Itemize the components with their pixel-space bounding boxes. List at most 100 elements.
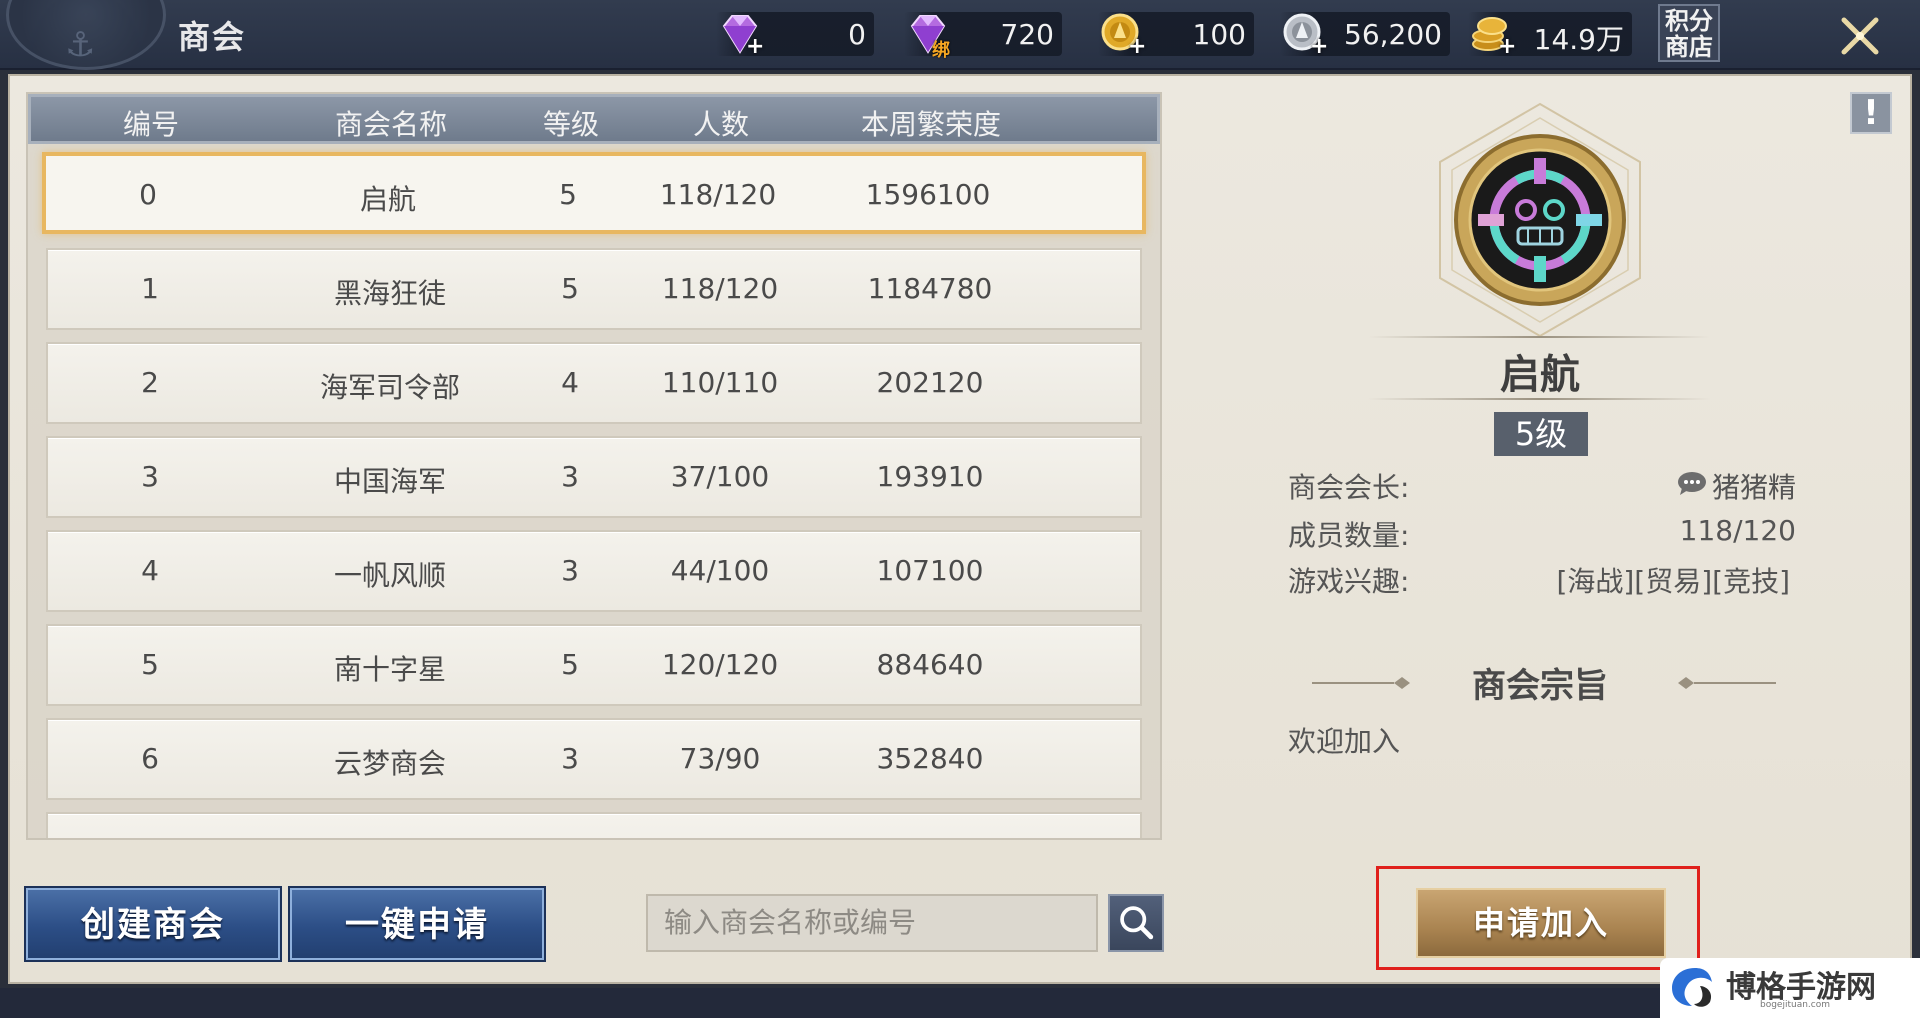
cell-members: 37/100 [670, 460, 770, 493]
guild-emblem-icon [1439, 102, 1641, 338]
motto-text: 欢迎加入 [1288, 725, 1401, 758]
cell-level: 5 [559, 178, 577, 211]
cell-id: 5 [141, 648, 159, 681]
add-icon[interactable]: + [1310, 34, 1328, 59]
column-header-id: 编号 [122, 108, 179, 141]
cell-name: 云梦商会 [333, 747, 446, 780]
add-icon[interactable]: + [1498, 34, 1516, 59]
bound-tag: 绑 [932, 40, 950, 61]
cell-members: 118/120 [659, 178, 777, 211]
ornament-left-icon [1312, 677, 1410, 689]
currency-value: 720 [1000, 18, 1054, 51]
currency-diamond[interactable]: + 0 [716, 12, 874, 59]
members-value: 118/120 [1679, 514, 1796, 547]
watermark: 博格手游网 bogejituan.com [1660, 958, 1920, 1018]
cell-prosperity: 193910 [876, 460, 984, 493]
table-row[interactable]: 2 海军司令部 4 110/110 202120 [46, 342, 1142, 424]
table-row[interactable]: 4 一帆风顺 3 44/100 107100 [46, 530, 1142, 612]
anchor-icon: ⚓ [65, 25, 96, 65]
table-row[interactable]: 0 启航 5 118/120 1596100 [42, 152, 1146, 234]
interests-label: 游戏兴趣: [1288, 565, 1410, 598]
cell-prosperity: 884640 [876, 648, 984, 681]
table-row[interactable]: 1 黑海狂徒 5 118/120 1184780 [46, 248, 1142, 330]
cell-id: 6 [141, 742, 159, 775]
guild-name: 启航 [1500, 351, 1580, 398]
currency-value: 100 [1192, 18, 1246, 51]
cell-name: 南十字星 [333, 653, 446, 686]
currency-silver[interactable]: + 56,200 [1280, 12, 1450, 59]
shop-label-line2: 商店 [1665, 32, 1713, 61]
table-row[interactable]: 3 中国海军 3 37/100 193910 [46, 436, 1142, 518]
motto-title: 商会宗旨 [1472, 666, 1608, 706]
column-header-members: 人数 [692, 108, 749, 141]
ornament-right-icon [1678, 677, 1776, 689]
table-row[interactable]: 5 南十字星 5 120/120 884640 [46, 624, 1142, 706]
cell-level: 5 [561, 648, 579, 681]
help-button[interactable]: ! [1850, 92, 1892, 134]
watermark-logo-icon [1672, 968, 1712, 1007]
cell-level: 3 [561, 460, 579, 493]
apply-join-button[interactable]: 申请加入 [1416, 888, 1666, 958]
cell-members: 118/120 [661, 272, 779, 305]
anchor-emblem: ⚓ [6, 0, 166, 70]
interests-value: [海战][贸易][竞技] [1556, 565, 1790, 598]
quick-apply-button[interactable]: 一键申请 [290, 888, 544, 960]
cell-members: 44/100 [670, 554, 770, 587]
create-guild-button[interactable]: 创建商会 [26, 888, 280, 960]
cell-level: 3 [561, 554, 579, 587]
cell-prosperity: 202120 [876, 366, 984, 399]
cell-id: 1 [141, 272, 159, 305]
cell-level: 4 [561, 366, 579, 399]
guild-level-badge: 5级 [1494, 412, 1588, 456]
cell-prosperity: 1184780 [867, 272, 993, 305]
add-icon[interactable]: + [1128, 34, 1146, 59]
column-header-prosperity: 本周繁荣度 [860, 108, 1001, 141]
column-header-name: 商会名称 [334, 108, 447, 141]
points-shop-button[interactable]: 积分 商店 [1658, 4, 1720, 62]
table-header: 编号 商会名称 等级 人数 本周繁荣度 [28, 94, 1160, 144]
currency-value: 0 [848, 18, 866, 51]
cell-id: 4 [141, 554, 159, 587]
cell-prosperity: 107100 [876, 554, 984, 587]
divider [1368, 336, 1710, 338]
page-title: 商会 [178, 18, 247, 56]
search-input[interactable]: 输入商会名称或编号 [646, 894, 1098, 952]
leader-label: 商会会长: [1288, 471, 1410, 504]
currency-value: 56,200 [1344, 18, 1442, 51]
cell-name: 海军司令部 [319, 371, 460, 404]
bottom-strip [0, 988, 1920, 1018]
cell-prosperity: 1596100 [865, 178, 991, 211]
cell-prosperity: 352840 [876, 742, 984, 775]
add-icon[interactable]: + [746, 34, 764, 59]
guild-badge [1430, 100, 1650, 340]
watermark-subtext: bogejituan.com [1760, 1000, 1831, 1010]
divider [1368, 398, 1710, 400]
table-row-partial[interactable] [46, 812, 1142, 838]
cell-members: 120/120 [661, 648, 779, 681]
top-bar: ⚓ 商会 + 0 绑 720 + 100 + 56,200 + 14.9万 积分… [0, 0, 1920, 70]
cell-name: 启航 [359, 183, 416, 216]
currency-bound-diamond[interactable]: 绑 720 [904, 12, 1062, 61]
cell-name: 黑海狂徒 [333, 277, 446, 310]
leader-value[interactable]: 猪猪精 [1710, 466, 1796, 506]
table-row[interactable]: 6 云梦商会 3 73/90 352840 [46, 718, 1142, 800]
search-icon [1120, 906, 1154, 940]
cell-level: 5 [561, 272, 579, 305]
cell-id: 2 [141, 366, 159, 399]
cell-id: 3 [141, 460, 159, 493]
members-label: 成员数量: [1288, 519, 1410, 552]
currency-coin-stack[interactable]: + 14.9万 [1468, 12, 1632, 59]
cell-members: 73/90 [679, 742, 761, 775]
currency-gold[interactable]: + 100 [1098, 12, 1254, 59]
cell-name: 中国海军 [333, 465, 446, 498]
close-icon[interactable] [1838, 14, 1882, 58]
search-button[interactable] [1108, 894, 1164, 952]
cell-members: 110/110 [661, 366, 779, 399]
shop-label-line1: 积分 [1665, 6, 1713, 35]
column-header-level: 等级 [542, 108, 599, 141]
currency-value: 14.9万 [1533, 23, 1624, 56]
cell-level: 3 [561, 742, 579, 775]
cell-id: 0 [139, 178, 157, 211]
guild-table: 编号 商会名称 等级 人数 本周繁荣度 0 启航 5 118/120 15961… [26, 92, 1162, 840]
chat-icon[interactable] [1676, 470, 1708, 496]
